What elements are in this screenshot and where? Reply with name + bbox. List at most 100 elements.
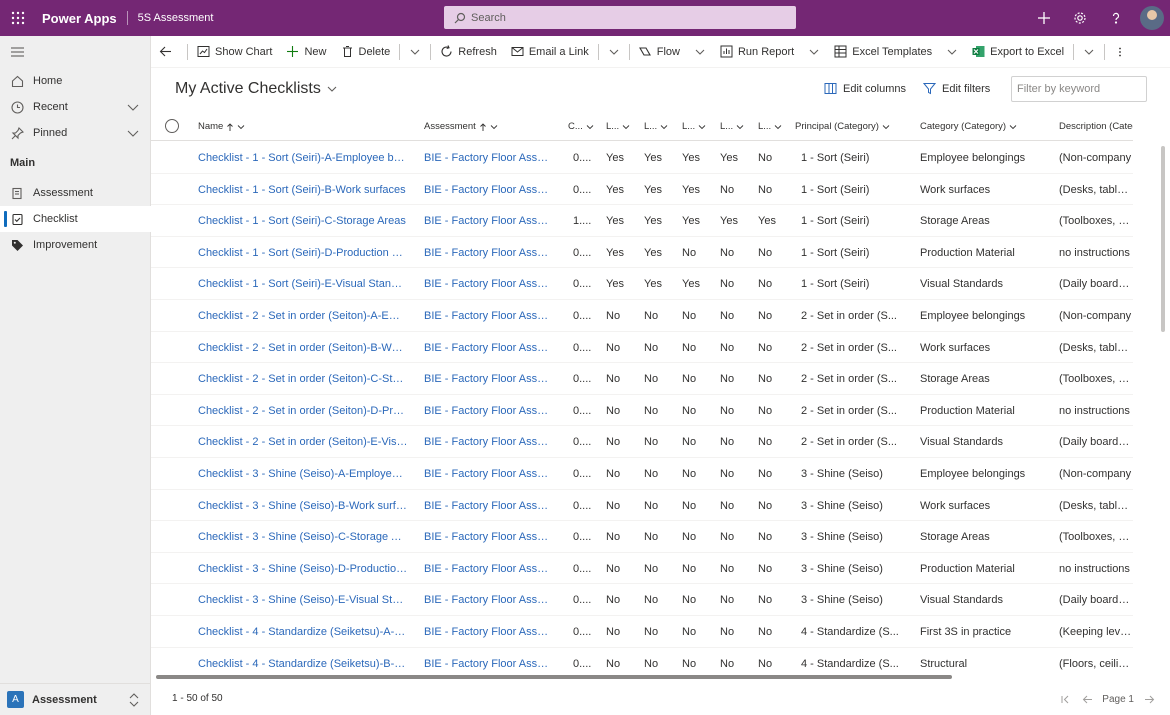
cell-assessment[interactable]: BIE - Factory Floor Asses...: [424, 468, 552, 480]
nav-recent[interactable]: Recent: [0, 94, 151, 120]
app-launcher-icon[interactable]: [0, 0, 36, 36]
cell-name[interactable]: Checklist - 2 - Set in order (Seiton)-C-…: [198, 373, 408, 385]
cell-assessment[interactable]: BIE - Factory Floor Asses...: [424, 310, 552, 322]
table-row[interactable]: Checklist - 4 - Standardize (Seiketsu)-B…: [151, 648, 1133, 675]
column-header-l1[interactable]: L...: [606, 121, 630, 132]
cell-assessment[interactable]: BIE - Factory Floor Asses...: [424, 247, 552, 259]
collapse-menu-button[interactable]: [0, 39, 151, 65]
cell-name[interactable]: Checklist - 3 - Shine (Seiso)-A-Employee…: [198, 468, 408, 480]
vertical-scrollbar[interactable]: [1161, 146, 1165, 332]
delete-button[interactable]: Delete: [334, 36, 398, 68]
back-button[interactable]: [151, 36, 185, 68]
column-header-category[interactable]: Category (Category): [920, 121, 1017, 132]
nav-pinned[interactable]: Pinned: [0, 120, 151, 146]
cell-assessment[interactable]: BIE - Factory Floor Asses...: [424, 215, 552, 227]
table-row[interactable]: Checklist - 2 - Set in order (Seiton)-B-…: [151, 332, 1133, 364]
help-icon[interactable]: [1098, 0, 1134, 36]
cell-assessment[interactable]: BIE - Factory Floor Asses...: [424, 658, 552, 670]
column-header-name[interactable]: Name: [198, 121, 245, 132]
column-header-l2[interactable]: L...: [644, 121, 668, 132]
table-row[interactable]: Checklist - 3 - Shine (Seiso)-D-Producti…: [151, 553, 1133, 585]
chevron-down-icon[interactable]: [127, 127, 139, 139]
cell-name[interactable]: Checklist - 2 - Set in order (Seiton)-B-…: [198, 342, 408, 354]
nav-item-improvement[interactable]: Improvement: [0, 232, 151, 258]
column-header-l3[interactable]: L...: [682, 121, 706, 132]
select-all-radio[interactable]: [165, 119, 179, 133]
export-excel-button[interactable]: Export to Excel: [965, 36, 1071, 68]
cell-name[interactable]: Checklist - 1 - Sort (Seiri)-B-Work surf…: [198, 184, 408, 196]
run-report-button[interactable]: Run Report: [713, 36, 801, 68]
cell-assessment[interactable]: BIE - Factory Floor Asses...: [424, 184, 552, 196]
delete-more-button[interactable]: [402, 36, 428, 68]
cell-assessment[interactable]: BIE - Factory Floor Asses...: [424, 531, 552, 543]
cell-assessment[interactable]: BIE - Factory Floor Asses...: [424, 342, 552, 354]
environment-name[interactable]: 5S Assessment: [138, 12, 214, 24]
cell-name[interactable]: Checklist - 3 - Shine (Seiso)-D-Producti…: [198, 563, 408, 575]
edit-columns-button[interactable]: Edit columns: [824, 82, 906, 95]
table-row[interactable]: Checklist - 1 - Sort (Seiri)-B-Work surf…: [151, 174, 1133, 206]
table-row[interactable]: Checklist - 3 - Shine (Seiso)-B-Work sur…: [151, 490, 1133, 522]
excel-templates-button[interactable]: Excel Templates: [827, 36, 939, 68]
table-row[interactable]: Checklist - 1 - Sort (Seiri)-D-Productio…: [151, 237, 1133, 269]
table-row[interactable]: Checklist - 2 - Set in order (Seiton)-A-…: [151, 300, 1133, 332]
cell-name[interactable]: Checklist - 3 - Shine (Seiso)-C-Storage …: [198, 531, 408, 543]
column-header-c[interactable]: C...: [568, 121, 594, 132]
cell-name[interactable]: Checklist - 2 - Set in order (Seiton)-E-…: [198, 436, 408, 448]
table-row[interactable]: Checklist - 2 - Set in order (Seiton)-D-…: [151, 395, 1133, 427]
settings-gear-icon[interactable]: [1062, 0, 1098, 36]
column-header-assessment[interactable]: Assessment: [424, 121, 498, 132]
excel-templates-more-button[interactable]: [939, 36, 965, 68]
table-row[interactable]: Checklist - 3 - Shine (Seiso)-E-Visual S…: [151, 584, 1133, 616]
cell-assessment[interactable]: BIE - Factory Floor Asses...: [424, 626, 552, 638]
add-icon[interactable]: [1026, 0, 1062, 36]
cell-assessment[interactable]: BIE - Factory Floor Asses...: [424, 594, 552, 606]
cell-name[interactable]: Checklist - 4 - Standardize (Seiketsu)-A…: [198, 626, 408, 638]
table-row[interactable]: Checklist - 2 - Set in order (Seiton)-C-…: [151, 363, 1133, 395]
cell-assessment[interactable]: BIE - Factory Floor Asses...: [424, 278, 552, 290]
edit-filters-button[interactable]: Edit filters: [923, 82, 990, 95]
flow-more-button[interactable]: [687, 36, 713, 68]
cell-name[interactable]: Checklist - 3 - Shine (Seiso)-E-Visual S…: [198, 594, 408, 606]
chevron-down-icon[interactable]: [127, 101, 139, 113]
cell-assessment[interactable]: BIE - Factory Floor Asses...: [424, 373, 552, 385]
flow-button[interactable]: Flow: [632, 36, 687, 68]
cell-assessment[interactable]: BIE - Factory Floor Asses...: [424, 436, 552, 448]
area-switcher[interactable]: A Assessment: [0, 683, 151, 715]
previous-page-button[interactable]: [1076, 689, 1098, 709]
search-input[interactable]: Search: [444, 6, 796, 29]
column-header-description[interactable]: Description (Category): [1059, 121, 1133, 132]
user-avatar[interactable]: [1140, 6, 1164, 30]
email-link-button[interactable]: Email a Link: [504, 36, 596, 68]
column-header-l5[interactable]: L...: [758, 121, 782, 132]
horizontal-scrollbar[interactable]: [156, 675, 952, 679]
cell-name[interactable]: Checklist - 1 - Sort (Seiri)-A-Employee …: [198, 152, 408, 164]
cell-assessment[interactable]: BIE - Factory Floor Asses...: [424, 563, 552, 575]
column-header-l4[interactable]: L...: [720, 121, 744, 132]
table-row[interactable]: Checklist - 1 - Sort (Seiri)-E-Visual St…: [151, 268, 1133, 300]
cell-name[interactable]: Checklist - 2 - Set in order (Seiton)-A-…: [198, 310, 408, 322]
app-title[interactable]: Power Apps: [42, 11, 117, 26]
table-row[interactable]: Checklist - 4 - Standardize (Seiketsu)-A…: [151, 616, 1133, 648]
table-row[interactable]: Checklist - 1 - Sort (Seiri)-C-Storage A…: [151, 205, 1133, 237]
table-row[interactable]: Checklist - 3 - Shine (Seiso)-C-Storage …: [151, 521, 1133, 553]
view-selector[interactable]: My Active Checklists: [175, 80, 337, 98]
show-chart-button[interactable]: Show Chart: [190, 36, 279, 68]
nav-item-assessment[interactable]: Assessment: [0, 180, 151, 206]
cell-name[interactable]: Checklist - 1 - Sort (Seiri)-D-Productio…: [198, 247, 408, 259]
cell-name[interactable]: Checklist - 4 - Standardize (Seiketsu)-B…: [198, 658, 408, 670]
export-more-button[interactable]: [1076, 36, 1102, 68]
cell-assessment[interactable]: BIE - Factory Floor Asses...: [424, 405, 552, 417]
email-more-button[interactable]: [601, 36, 627, 68]
cell-name[interactable]: Checklist - 2 - Set in order (Seiton)-D-…: [198, 405, 408, 417]
next-page-button[interactable]: [1138, 689, 1160, 709]
table-row[interactable]: Checklist - 1 - Sort (Seiri)-A-Employee …: [151, 142, 1133, 174]
cell-name[interactable]: Checklist - 3 - Shine (Seiso)-B-Work sur…: [198, 500, 408, 512]
nav-item-checklist[interactable]: Checklist: [0, 206, 151, 232]
refresh-button[interactable]: Refresh: [433, 36, 504, 68]
cell-name[interactable]: Checklist - 1 - Sort (Seiri)-E-Visual St…: [198, 278, 408, 290]
run-report-more-button[interactable]: [801, 36, 827, 68]
nav-home[interactable]: Home: [0, 68, 151, 94]
more-commands-button[interactable]: [1107, 36, 1133, 68]
cell-assessment[interactable]: BIE - Factory Floor Asses...: [424, 152, 552, 164]
filter-keyword-input[interactable]: Filter by keyword: [1011, 76, 1147, 102]
